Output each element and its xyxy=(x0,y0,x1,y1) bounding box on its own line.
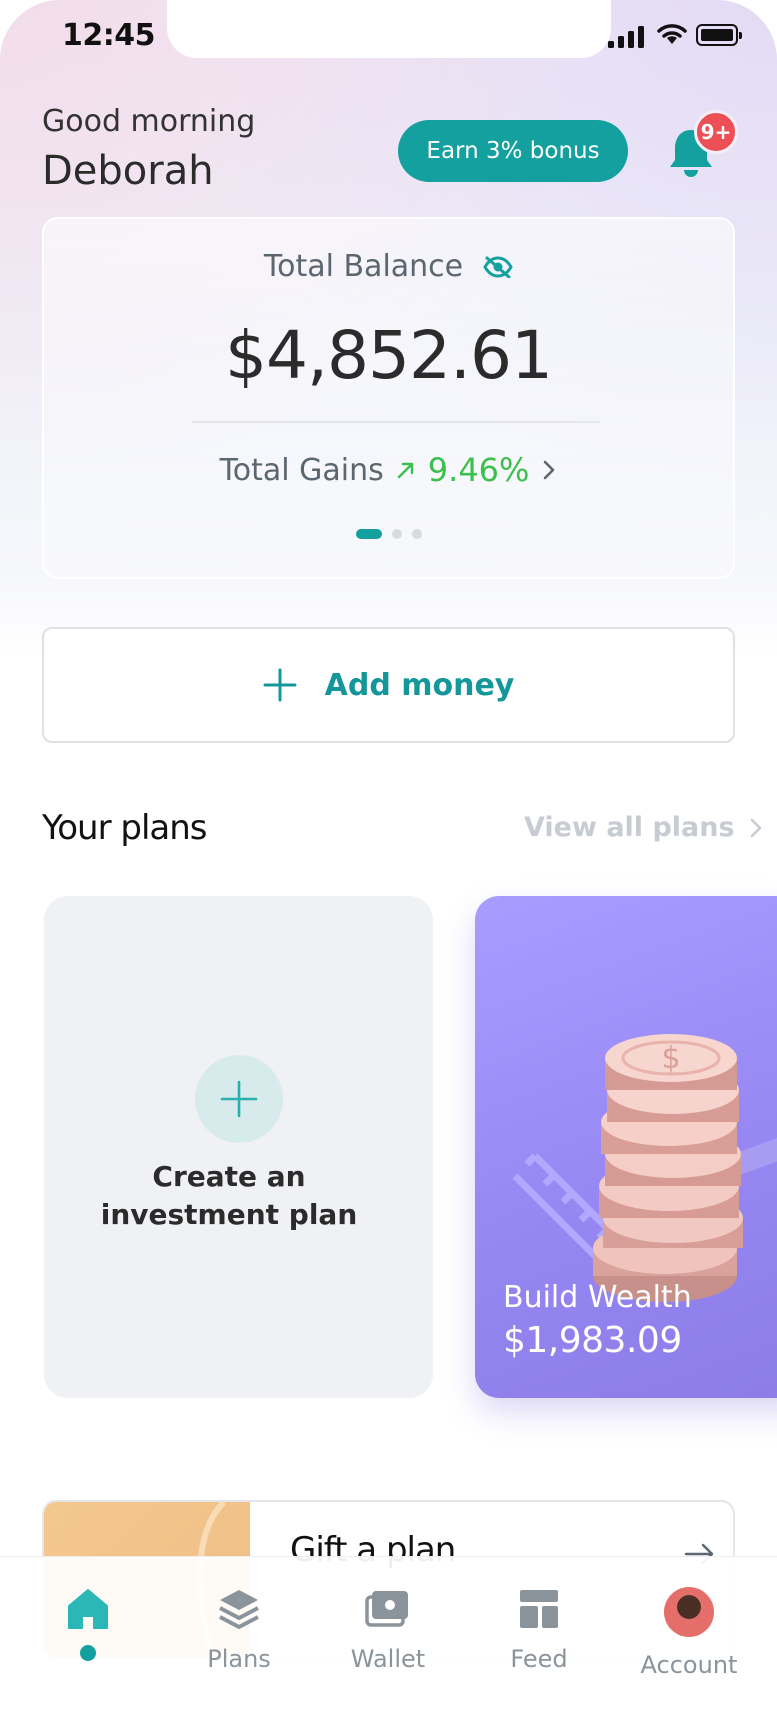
balance-pagination xyxy=(44,529,733,539)
active-tab-indicator xyxy=(80,1645,96,1661)
hide-balance-icon[interactable] xyxy=(483,255,513,278)
wallet-icon xyxy=(365,1591,408,1627)
tab-account[interactable]: Account xyxy=(624,1587,754,1679)
feed-icon xyxy=(520,1590,558,1628)
status-bar: 12:45 xyxy=(0,0,777,60)
view-all-plans-label: View all plans xyxy=(524,812,735,843)
chevron-right-icon xyxy=(750,818,761,837)
tab-label-account: Account xyxy=(640,1651,738,1679)
wifi-icon xyxy=(657,24,687,44)
pagination-dot[interactable] xyxy=(391,529,402,539)
device-notch xyxy=(167,0,611,58)
create-plan-plus-icon xyxy=(195,1055,283,1143)
cellular-signal-icon xyxy=(608,26,644,48)
balance-card[interactable]: Total Balance $4,852.61 Total Gains 9.46… xyxy=(42,217,735,579)
create-plan-label: Create an investment plan xyxy=(44,1158,414,1234)
status-time: 12:45 xyxy=(62,18,156,53)
add-money-button[interactable]: Add money xyxy=(42,627,735,743)
create-plan-line-1: Create an xyxy=(152,1160,306,1193)
view-all-plans-link[interactable]: View all plans xyxy=(524,812,763,843)
create-plan-card[interactable]: Create an investment plan xyxy=(44,896,433,1398)
pagination-dot-active[interactable] xyxy=(355,529,382,539)
total-balance-value: $4,852.61 xyxy=(225,317,553,394)
plans-section-title: Your plans xyxy=(42,808,208,848)
chevron-right-icon xyxy=(544,460,555,480)
layers-icon xyxy=(219,1590,259,1629)
total-gains-label: Total Gains xyxy=(219,452,384,488)
notification-badge: 9+ xyxy=(694,110,738,154)
tab-wallet[interactable]: Wallet xyxy=(323,1587,453,1673)
greeting-text: Good morning xyxy=(42,104,256,139)
tab-label-plans: Plans xyxy=(207,1645,271,1673)
tab-label-feed: Feed xyxy=(510,1645,568,1673)
total-balance-label: Total Balance xyxy=(263,249,464,284)
plan-name: Build Wealth xyxy=(503,1280,692,1315)
total-gains-value: 9.46% xyxy=(427,451,530,489)
account-avatar xyxy=(664,1587,714,1637)
pagination-dot[interactable] xyxy=(411,529,422,539)
plan-card-build-wealth[interactable]: $ Build Wealth $1,983.09 xyxy=(475,896,777,1398)
svg-text:$: $ xyxy=(661,1041,680,1076)
bottom-tab-bar: Plans Wallet Feed Account xyxy=(0,1556,777,1734)
earn-bonus-button[interactable]: Earn 3% bonus xyxy=(398,120,628,182)
phone-screen: 12:45 Good morning Deborah Earn 3% bonus… xyxy=(0,0,777,1734)
tab-label-wallet: Wallet xyxy=(350,1645,426,1673)
battery-icon xyxy=(696,24,742,46)
home-icon xyxy=(68,1589,108,1629)
plus-icon xyxy=(263,668,297,702)
balance-divider xyxy=(192,421,600,423)
user-name: Deborah xyxy=(42,148,214,194)
coin-stack-illustration: $ xyxy=(512,1034,777,1302)
tab-home[interactable] xyxy=(23,1587,153,1661)
add-money-label: Add money xyxy=(324,667,515,703)
plan-value: $1,983.09 xyxy=(503,1320,682,1361)
create-plan-line-2: investment plan xyxy=(100,1198,358,1231)
tab-feed[interactable]: Feed xyxy=(474,1587,604,1673)
total-gains-row[interactable]: Total Gains 9.46% xyxy=(44,451,733,489)
trend-up-arrow-icon xyxy=(397,462,413,479)
tab-plans[interactable]: Plans xyxy=(174,1587,304,1673)
